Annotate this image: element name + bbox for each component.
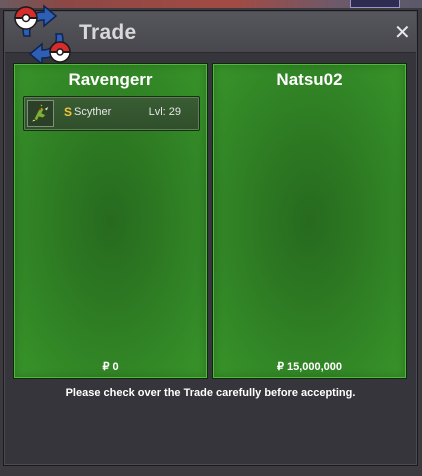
pokemon-sprite-frame — [27, 100, 54, 127]
money-amount: 15,000,000 — [286, 361, 343, 373]
pokemon-level: Lvl: 29 — [148, 106, 181, 118]
shiny-badge: S — [64, 105, 73, 119]
pokemon-name: Scyther — [74, 106, 112, 118]
money-amount: 0 — [112, 361, 119, 373]
pokedollar-icon: ₽ — [276, 361, 284, 373]
money-offer: ₽15,000,000 — [213, 360, 406, 373]
player-name: Ravengerr — [68, 70, 153, 89]
trade-warning-text: Please check over the Trade carefully be… — [65, 387, 356, 399]
close-button[interactable]: ✕ — [394, 22, 411, 42]
trade-window: Trade ✕ Ravengerr S Scyther Lvl: 29 ₽ 0 … — [3, 4, 418, 466]
player-name: Natsu02 — [276, 70, 343, 89]
trade-item-slot[interactable]: S Scyther Lvl: 29 — [23, 96, 200, 131]
scyther-sprite-icon — [29, 103, 50, 123]
window-title: Trade — [79, 21, 137, 44]
pokedollar-icon: ₽ — [102, 361, 110, 373]
trade-panel-partner: Natsu02 ₽15,000,000 — [212, 63, 407, 379]
trade-panel-self: Ravengerr S Scyther Lvl: 29 ₽0 — [13, 63, 208, 379]
trade-swap-pokeball-icon — [14, 4, 71, 66]
money-offer: ₽0 — [14, 360, 207, 373]
background-panel-corner — [350, 0, 400, 8]
